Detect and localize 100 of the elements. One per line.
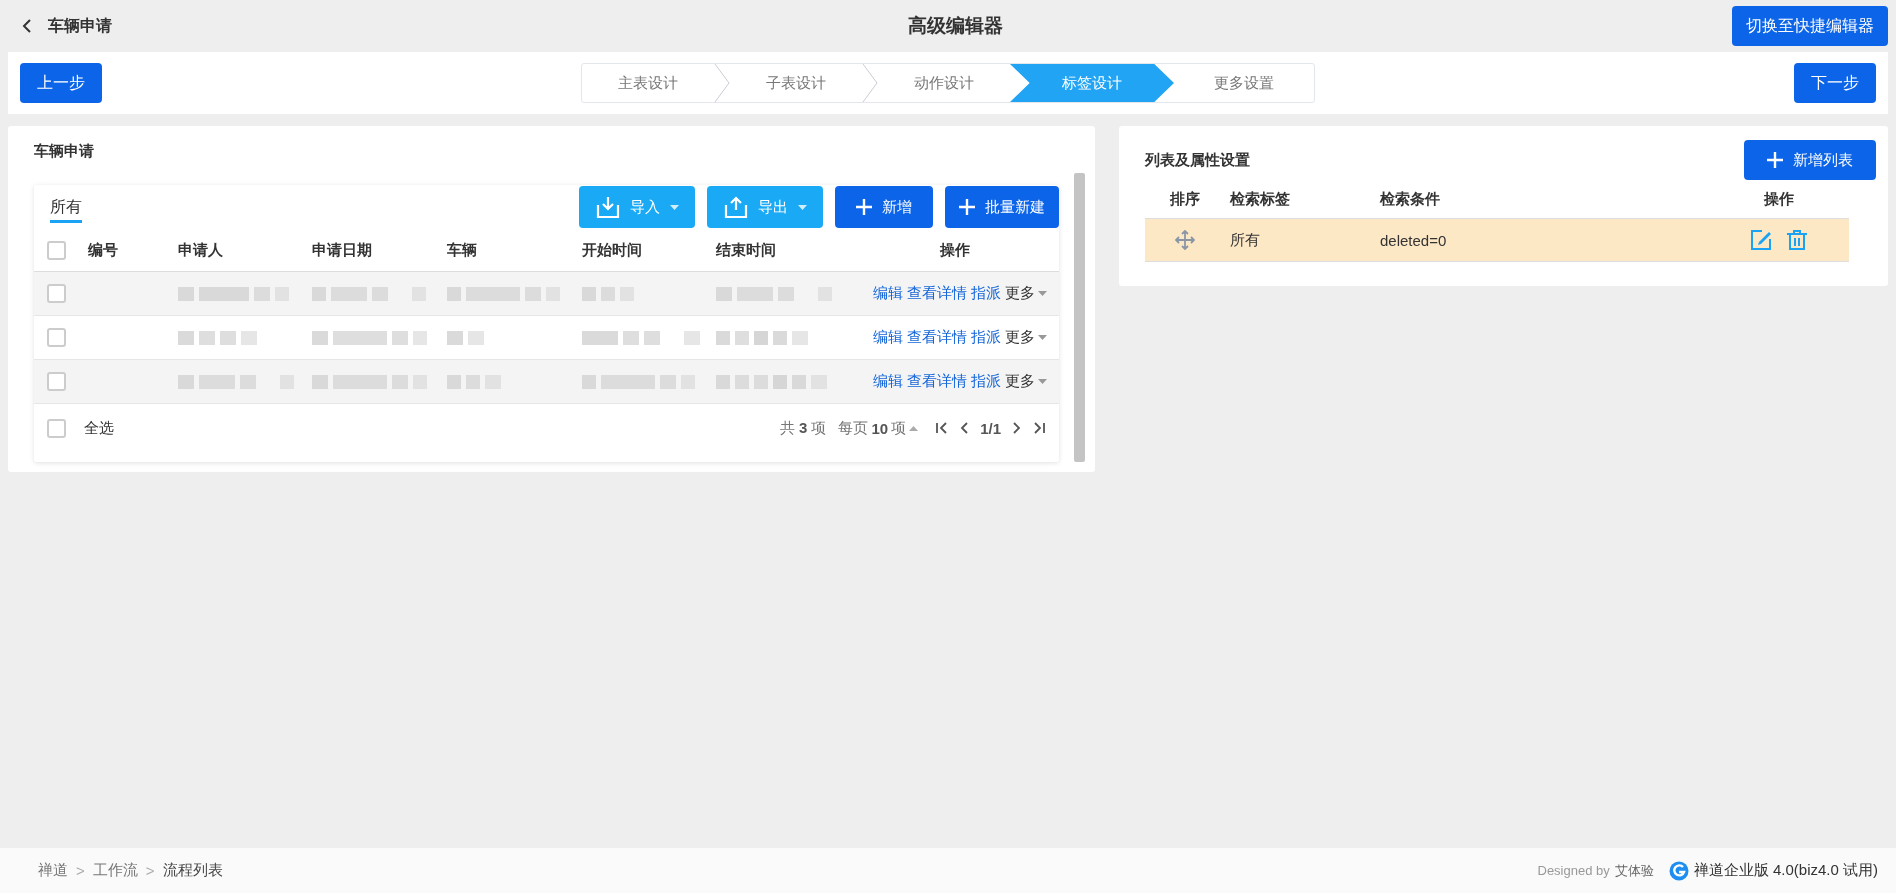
- trash-icon[interactable]: [1786, 229, 1808, 251]
- redacted-block: [737, 286, 773, 301]
- toolbar-button[interactable]: 批量新建: [945, 186, 1059, 228]
- step-tab[interactable]: 主表设计: [582, 64, 714, 102]
- first-page-icon[interactable]: [936, 422, 949, 434]
- redacted-block: [773, 330, 787, 345]
- next-step-button[interactable]: 下一步: [1794, 63, 1876, 103]
- designer-link[interactable]: 艾体验: [1614, 861, 1654, 880]
- redacted-block: [525, 286, 541, 301]
- redacted-block: [372, 286, 388, 301]
- plus-icon: [856, 199, 872, 215]
- back-link[interactable]: 车辆申请: [22, 15, 112, 37]
- panel-title: 列表及属性设置: [1145, 150, 1250, 170]
- plus-icon: [959, 199, 975, 215]
- checkbox[interactable]: [47, 284, 66, 303]
- total-count: 共 3 项: [779, 418, 827, 438]
- redacted-block: [331, 286, 367, 301]
- action-link[interactable]: 查看详情: [907, 328, 967, 347]
- column-header: 操作: [1763, 189, 1795, 209]
- chevron-divider-icon: [862, 64, 878, 102]
- action-link[interactable]: 编辑: [873, 372, 903, 391]
- column-header: 检索条件: [1380, 189, 1441, 209]
- redacted-block: [240, 374, 256, 389]
- redacted-block: [754, 330, 768, 345]
- redacted-block: [333, 330, 387, 345]
- step-tab[interactable]: 子表设计: [730, 64, 862, 102]
- caret-down-icon: [1038, 291, 1047, 296]
- chevron-left-icon: [22, 19, 32, 33]
- switch-editor-button[interactable]: 切换至快捷编辑器: [1732, 6, 1888, 46]
- page-size-dropdown[interactable]: 每页 10 项: [838, 418, 919, 438]
- action-link[interactable]: 编辑: [873, 284, 903, 303]
- chevron-divider-icon: [714, 64, 730, 102]
- prev-step-button[interactable]: 上一步: [20, 63, 102, 103]
- redacted-block: [178, 286, 194, 301]
- redacted-block: [312, 330, 328, 345]
- breadcrumb-separator: >: [145, 862, 155, 879]
- step-tab[interactable]: 标签设计: [1010, 64, 1174, 102]
- redacted-block: [778, 286, 794, 301]
- column-header: 操作: [938, 240, 971, 260]
- table-cell-text: 所有: [1229, 230, 1261, 250]
- breadcrumb-link[interactable]: 禅道: [38, 861, 68, 880]
- redacted-block: [199, 286, 249, 301]
- redacted-block: [178, 330, 194, 345]
- redacted-block: [660, 374, 676, 389]
- checkbox[interactable]: [47, 328, 66, 347]
- caret-down-icon: [669, 204, 679, 210]
- plus-icon: [1767, 152, 1783, 168]
- page-title: 高级编辑器: [907, 14, 1003, 38]
- column-header: 开始时间: [582, 240, 643, 260]
- upload-tray-icon: [723, 196, 748, 218]
- redacted-block: [312, 374, 328, 389]
- select-all-label: 全选: [84, 418, 114, 438]
- more-dropdown[interactable]: 更多: [1005, 284, 1047, 303]
- breadcrumb-link[interactable]: 工作流: [92, 861, 138, 880]
- edit-icon[interactable]: [1750, 229, 1772, 251]
- previous-page-icon[interactable]: [960, 422, 969, 434]
- list-row[interactable]: 所有 deleted=0: [1145, 219, 1849, 262]
- redacted-block: [644, 330, 660, 345]
- download-tray-icon: [595, 196, 620, 218]
- last-page-icon[interactable]: [1033, 422, 1045, 434]
- next-page-icon[interactable]: [1013, 422, 1021, 434]
- redacted-block: [413, 330, 427, 345]
- redacted-block: [199, 330, 215, 345]
- redacted-block: [178, 374, 194, 389]
- redacted-block: [684, 330, 700, 345]
- checkbox[interactable]: [47, 418, 66, 438]
- action-link[interactable]: 指派: [971, 328, 1001, 347]
- logo-icon: [1668, 860, 1689, 881]
- breadcrumb-link[interactable]: 流程列表: [162, 861, 223, 880]
- action-link[interactable]: 指派: [971, 372, 1001, 391]
- checkbox[interactable]: [47, 240, 66, 260]
- checkbox[interactable]: [47, 372, 66, 391]
- redacted-block: [601, 374, 655, 389]
- action-link[interactable]: 查看详情: [907, 372, 967, 391]
- action-link[interactable]: 指派: [971, 284, 1001, 303]
- panel-title: 车辆申请: [34, 142, 95, 161]
- redacted-block: [447, 330, 463, 345]
- column-header: 检索标签: [1228, 189, 1291, 209]
- move-arrows-icon[interactable]: [1175, 230, 1195, 250]
- redacted-block: [716, 374, 730, 389]
- more-dropdown[interactable]: 更多: [1005, 328, 1047, 347]
- redacted-block: [241, 330, 257, 345]
- redacted-block: [601, 286, 615, 301]
- more-dropdown[interactable]: 更多: [1005, 372, 1047, 391]
- step-tab[interactable]: 更多设置: [1174, 64, 1314, 102]
- redacted-block: [220, 330, 236, 345]
- action-link[interactable]: 编辑: [873, 328, 903, 347]
- redacted-block: [392, 374, 408, 389]
- scrollbar[interactable]: [1074, 173, 1085, 462]
- table-cell-text: deleted=0: [1380, 231, 1448, 249]
- filter-tab[interactable]: 所有: [50, 191, 82, 223]
- redacted-block: [582, 330, 618, 345]
- redacted-block: [447, 374, 461, 389]
- add-list-button[interactable]: 新增列表: [1744, 140, 1876, 180]
- action-link[interactable]: 查看详情: [907, 284, 967, 303]
- caret-down-icon: [1038, 379, 1047, 384]
- product-version: 禅道企业版 4.0(biz4.0 试用): [1693, 861, 1878, 880]
- toolbar-button[interactable]: 新增: [835, 186, 933, 228]
- column-header: 编号: [88, 240, 119, 260]
- step-tab[interactable]: 动作设计: [878, 64, 1010, 102]
